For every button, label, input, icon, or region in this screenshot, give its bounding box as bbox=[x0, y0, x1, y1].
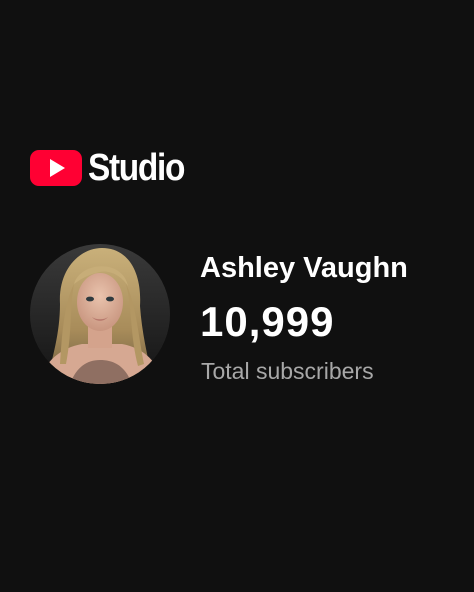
subscriber-count: 10,999 bbox=[200, 298, 335, 345]
brand-name: Studio bbox=[88, 147, 185, 189]
channel-name: Ashley Vaughn bbox=[200, 252, 408, 284]
subscriber-label: Total subscribers bbox=[201, 358, 374, 384]
studio-subscriber-card: Studio Ashley Vaughn 10,999 Total subscr… bbox=[0, 0, 474, 592]
youtube-studio-brand: Studio bbox=[30, 146, 197, 190]
channel-avatar bbox=[30, 244, 170, 384]
youtube-logo-icon bbox=[30, 150, 82, 186]
avatar-photo bbox=[30, 244, 170, 384]
